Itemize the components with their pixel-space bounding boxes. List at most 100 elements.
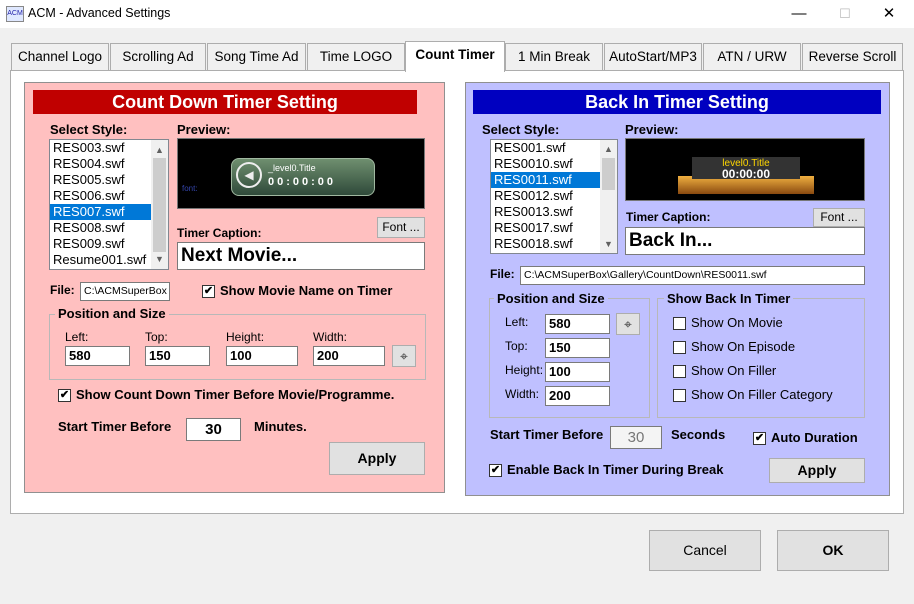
- backin-file-label: File:: [490, 267, 515, 281]
- scroll-thumb[interactable]: [153, 158, 166, 252]
- show-on-filler-category-checkbox[interactable]: [673, 389, 686, 402]
- countdown-preview-label: Preview:: [177, 122, 231, 137]
- show-on-episode-checkbox[interactable]: [673, 341, 686, 354]
- show-countdown-before-label: Show Count Down Timer Before Movie/Progr…: [76, 387, 395, 402]
- show-on-movie-checkbox[interactable]: [673, 317, 686, 330]
- backin-preview-time: 00:00:00: [721, 167, 771, 181]
- list-item-selected[interactable]: RES0011.swf: [491, 172, 600, 188]
- countdown-preview-caption: _level0.Title: [268, 163, 316, 173]
- backin-header: Back In Timer Setting: [473, 90, 881, 114]
- tab-atn-urw[interactable]: ATN / URW: [703, 43, 801, 70]
- enable-during-break-label: Enable Back In Timer During Break: [507, 462, 724, 477]
- backin-timer-caption-input[interactable]: Back In...: [625, 227, 865, 255]
- countdown-font-button[interactable]: Font ...: [377, 217, 425, 238]
- countdown-width-input[interactable]: 200: [313, 346, 385, 366]
- backin-list-scrollbar[interactable]: ▲ ▼: [600, 140, 617, 253]
- backin-file-input[interactable]: C:\ACMSuperBox\Gallery\CountDown\RES0011…: [520, 266, 865, 285]
- scroll-up-icon[interactable]: ▲: [600, 141, 617, 157]
- countdown-list-scrollbar[interactable]: ▲ ▼: [151, 140, 168, 269]
- tab-autostart-mp3[interactable]: AutoStart/MP3: [604, 43, 702, 70]
- backin-width-label: Width:: [505, 387, 540, 401]
- countdown-header: Count Down Timer Setting: [33, 90, 417, 114]
- countdown-height-input[interactable]: 100: [226, 346, 298, 366]
- countdown-timer-caption-input[interactable]: Next Movie...: [177, 242, 425, 270]
- scroll-down-icon[interactable]: ▼: [151, 251, 168, 267]
- countdown-file-input[interactable]: C:\ACMSuperBox: [80, 282, 170, 301]
- backin-height-input[interactable]: 100: [545, 362, 610, 382]
- auto-duration-label: Auto Duration: [771, 430, 858, 445]
- app-icon: ACM: [6, 6, 24, 22]
- list-item[interactable]: RES0017.swf: [491, 220, 617, 236]
- tab-reverse-scroll[interactable]: Reverse Scroll: [802, 43, 903, 70]
- list-item[interactable]: RES0010.swf: [491, 156, 617, 172]
- scroll-up-icon[interactable]: ▲: [151, 142, 168, 158]
- show-on-filler-checkbox[interactable]: [673, 365, 686, 378]
- tab-song-time-ad[interactable]: Song Time Ad: [207, 43, 306, 70]
- backin-style-list[interactable]: RES001.swf RES0010.swf RES0011.swf RES00…: [490, 139, 618, 254]
- show-on-filler-label: Show On Filler: [691, 363, 777, 378]
- enable-during-break-checkbox[interactable]: ✔: [489, 464, 502, 477]
- crosshair-icon[interactable]: ⌖: [616, 313, 640, 335]
- show-movie-name-label: Show Movie Name on Timer: [220, 283, 393, 298]
- backin-select-style-label: Select Style:: [482, 122, 560, 137]
- countdown-select-style-label: Select Style:: [50, 122, 128, 137]
- countdown-preview-font: font:: [182, 184, 198, 193]
- show-movie-name-checkbox[interactable]: ✔: [202, 285, 215, 298]
- play-icon: ◀: [236, 162, 262, 188]
- backin-start-before-input[interactable]: 30: [610, 426, 662, 449]
- countdown-preview: ◀ _level0.Title 00:00:00 font:: [177, 138, 425, 209]
- countdown-start-before-input[interactable]: 30: [186, 418, 241, 441]
- backin-seconds-label: Seconds: [671, 427, 726, 442]
- backin-font-button[interactable]: Font ...: [813, 208, 865, 227]
- tab-time-logo[interactable]: Time LOGO: [307, 43, 405, 70]
- scroll-thumb[interactable]: [602, 158, 615, 190]
- tab-1-min-break[interactable]: 1 Min Break: [505, 43, 603, 70]
- countdown-start-before-label: Start Timer Before: [58, 419, 172, 434]
- auto-duration-checkbox[interactable]: ✔: [753, 432, 766, 445]
- backin-apply-button[interactable]: Apply: [769, 458, 865, 483]
- show-on-movie-label: Show On Movie: [691, 315, 783, 330]
- tab-scrolling-ad[interactable]: Scrolling Ad: [110, 43, 206, 70]
- close-button[interactable]: ✕: [866, 0, 912, 28]
- countdown-top-input[interactable]: 150: [145, 346, 210, 366]
- countdown-top-label: Top:: [145, 330, 168, 344]
- list-item[interactable]: RES0018.swf: [491, 236, 617, 252]
- backin-position-group-label: Position and Size: [494, 291, 608, 306]
- tab-channel-logo[interactable]: Channel Logo: [11, 43, 109, 70]
- backin-top-input[interactable]: 150: [545, 338, 610, 358]
- countdown-apply-button[interactable]: Apply: [329, 442, 425, 475]
- backin-preview-label: Preview:: [625, 122, 679, 137]
- show-countdown-before-checkbox[interactable]: ✔: [58, 389, 71, 402]
- countdown-position-group-label: Position and Size: [55, 306, 169, 321]
- list-item[interactable]: RES0012.swf: [491, 188, 617, 204]
- window-title: ACM - Advanced Settings: [28, 6, 171, 20]
- backin-left-input[interactable]: 580: [545, 314, 610, 334]
- scroll-down-icon[interactable]: ▼: [600, 236, 617, 252]
- list-item-selected[interactable]: RES007.swf: [50, 204, 151, 220]
- countdown-timer-caption-label: Timer Caption:: [177, 226, 262, 240]
- backin-start-before-label: Start Timer Before: [490, 427, 604, 442]
- countdown-height-label: Height:: [226, 330, 265, 344]
- list-item[interactable]: RES001.swf: [491, 140, 617, 156]
- backin-top-label: Top:: [505, 339, 528, 353]
- countdown-preview-time: 00:00:00: [268, 176, 337, 188]
- maximize-button[interactable]: ☐: [822, 0, 868, 28]
- countdown-width-label: Width:: [313, 330, 348, 344]
- show-on-filler-category-label: Show On Filler Category: [691, 387, 833, 402]
- countdown-left-input[interactable]: 580: [65, 346, 130, 366]
- minimize-button[interactable]: —: [776, 0, 822, 28]
- tab-count-timer[interactable]: Count Timer: [405, 41, 505, 72]
- list-item[interactable]: RES0013.swf: [491, 204, 617, 220]
- backin-show-group-label: Show Back In Timer: [664, 291, 794, 306]
- backin-left-label: Left:: [505, 315, 529, 329]
- ok-button[interactable]: OK: [777, 530, 889, 571]
- backin-height-label: Height:: [505, 363, 544, 377]
- backin-width-input[interactable]: 200: [545, 386, 610, 406]
- countdown-left-label: Left:: [65, 330, 89, 344]
- backin-timer-caption-label: Timer Caption:: [626, 210, 711, 224]
- backin-preview: level0.Title 00:00:00: [625, 138, 865, 201]
- cancel-button[interactable]: Cancel: [649, 530, 761, 571]
- crosshair-icon[interactable]: ⌖: [392, 345, 416, 367]
- countdown-style-list[interactable]: RES003.swf RES004.swf RES005.swf RES006.…: [49, 139, 169, 270]
- countdown-minutes-label: Minutes.: [254, 419, 307, 434]
